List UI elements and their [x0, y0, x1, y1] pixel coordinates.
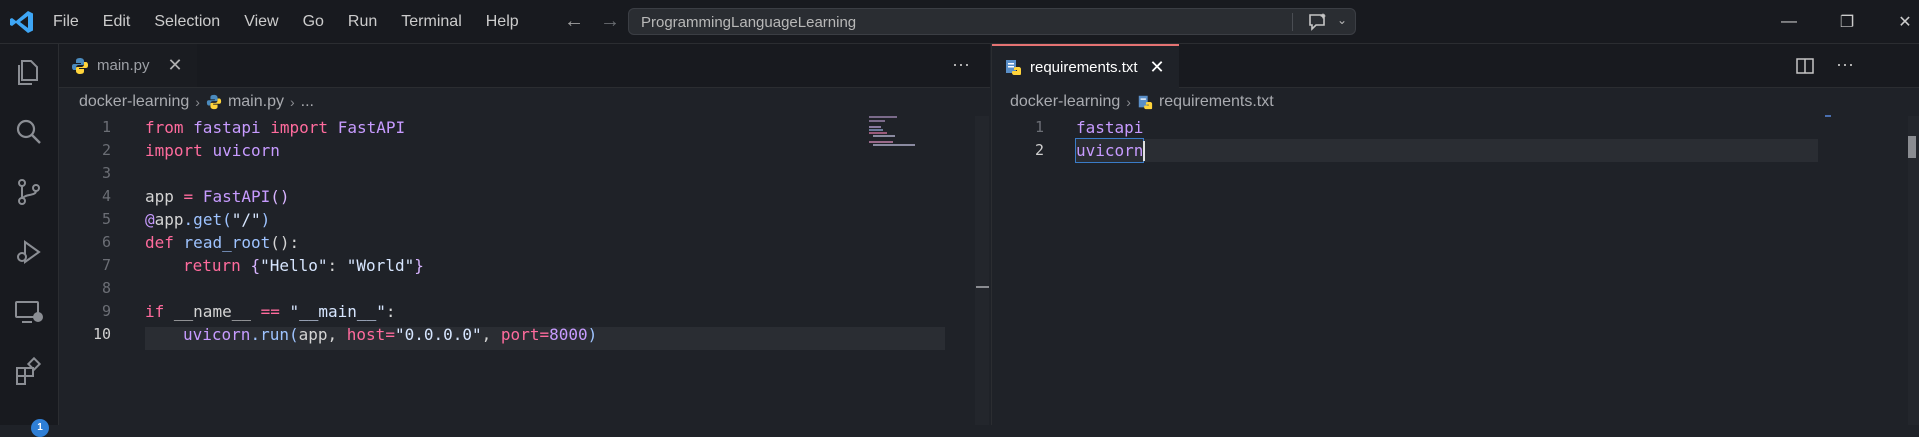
close-tab-icon[interactable]: ✕ — [168, 55, 183, 76]
code-line-7: return {"Hello": "World"} — [183, 256, 424, 275]
python-file-icon — [72, 57, 88, 74]
tab-bar-left: main.py ✕ ··· — [59, 44, 990, 88]
minimap[interactable] — [869, 114, 929, 154]
code-line-5: @app.get("/") — [145, 210, 271, 229]
menu-view[interactable]: View — [244, 13, 278, 31]
chevron-right-icon: › — [1126, 94, 1131, 110]
vscode-logo-icon[interactable] — [9, 9, 35, 35]
line-number: 6 — [101, 233, 111, 251]
breadcrumb-folder[interactable]: docker-learning — [1010, 93, 1120, 111]
forward-arrow-icon[interactable]: → — [600, 10, 620, 33]
navigation-arrows: ← → — [564, 10, 620, 33]
split-editor-icon[interactable] — [1796, 57, 1814, 75]
line-number: 2 — [101, 141, 111, 159]
breadcrumb: docker-learning › requirements.txt — [1010, 91, 1274, 113]
menu-go[interactable]: Go — [303, 13, 324, 31]
remote-explorer-icon[interactable] — [13, 296, 45, 328]
breadcrumb-file[interactable]: main.py — [228, 93, 284, 111]
tab-label: main.py — [97, 57, 150, 74]
line-number: 9 — [101, 302, 111, 320]
tab-bar-right: requirements.txt ✕ ··· — [992, 44, 1919, 88]
breadcrumb-folder[interactable]: docker-learning — [79, 93, 189, 111]
tab-main-py[interactable]: main.py ✕ — [59, 44, 197, 87]
menu-selection[interactable]: Selection — [154, 13, 220, 31]
minimize-icon[interactable]: — — [1760, 13, 1818, 31]
extensions-badge: 1 — [31, 419, 49, 437]
code-line-1: fastapi — [1076, 118, 1144, 137]
source-control-icon[interactable] — [13, 176, 45, 208]
menu-help[interactable]: Help — [486, 13, 519, 31]
code-line-6: def read_root(): — [145, 233, 300, 252]
line-number: 1 — [1034, 118, 1044, 136]
text-cursor — [1143, 141, 1145, 161]
tab-requirements-txt[interactable]: requirements.txt ✕ — [992, 44, 1179, 88]
activity-bar: 1 — [0, 44, 59, 437]
code-line-4: app = FastAPI() — [145, 187, 290, 206]
menu-terminal[interactable]: Terminal — [401, 13, 461, 31]
window-controls: — ❐ ✕ — [1760, 0, 1919, 43]
editor-group-right: requirements.txt ✕ ··· docker-learning ›… — [991, 44, 1919, 425]
line-number: 8 — [101, 279, 111, 297]
breadcrumb: docker-learning › main.py › ... — [79, 91, 314, 113]
minimap[interactable] — [1825, 115, 1831, 117]
scrollbar-thumb[interactable] — [1908, 136, 1916, 158]
line-number: 5 — [101, 210, 111, 228]
breadcrumb-symbols[interactable]: ... — [301, 93, 314, 111]
vertical-scrollbar[interactable] — [975, 116, 989, 425]
restore-icon[interactable]: ❐ — [1818, 12, 1876, 32]
code-line-2: import uvicorn — [145, 141, 280, 160]
vertical-scrollbar[interactable] — [1908, 116, 1919, 425]
breadcrumb-file[interactable]: requirements.txt — [1159, 93, 1274, 111]
extensions-icon[interactable] — [13, 356, 45, 388]
menu-run[interactable]: Run — [348, 13, 377, 31]
line-number: 1 — [101, 118, 111, 136]
command-center-text: ProgrammingLanguageLearning — [641, 14, 857, 31]
chevron-down-icon[interactable]: ⌄ — [1337, 13, 1347, 27]
line-number: 3 — [101, 164, 111, 182]
chevron-right-icon: › — [195, 94, 200, 110]
menu-bar: File Edit Selection View Go Run Terminal… — [53, 0, 543, 43]
back-arrow-icon[interactable]: ← — [564, 10, 584, 33]
line-number: 4 — [101, 187, 111, 205]
title-bar: File Edit Selection View Go Run Terminal… — [0, 0, 1919, 44]
command-center-divider — [1292, 13, 1293, 31]
code-line-10: uvicorn.run(app, host="0.0.0.0", port=80… — [183, 325, 598, 344]
python-file-icon — [206, 94, 222, 110]
scrollbar-position-marker — [976, 286, 989, 288]
editor-group-left: main.py ✕ ··· docker-learning › main.py … — [59, 44, 990, 425]
code-line-9: if __name__ == "__main__": — [145, 302, 396, 321]
more-actions-icon[interactable]: ··· — [952, 54, 970, 75]
tab-label: requirements.txt — [1030, 58, 1138, 76]
close-tab-icon[interactable]: ✕ — [1150, 57, 1165, 78]
run-debug-icon[interactable] — [13, 236, 45, 268]
code-line-2: uvicorn — [1074, 138, 1145, 163]
command-center-search[interactable]: ProgrammingLanguageLearning ⌄ — [628, 8, 1356, 35]
copilot-chat-icon[interactable] — [1307, 12, 1329, 32]
chevron-right-icon: › — [289, 94, 295, 110]
menu-edit[interactable]: Edit — [103, 13, 131, 31]
search-icon[interactable] — [13, 116, 45, 148]
close-window-icon[interactable]: ✕ — [1876, 12, 1919, 32]
current-line-highlight — [1076, 139, 1818, 162]
code-line-1: from fastapi import FastAPI — [145, 118, 406, 137]
explorer-icon[interactable] — [13, 56, 45, 88]
requirements-file-icon — [1006, 60, 1021, 75]
line-number: 7 — [101, 256, 111, 274]
line-number-current: 2 — [1034, 141, 1044, 159]
requirements-file-icon — [1138, 95, 1153, 110]
line-number-current: 10 — [92, 325, 111, 343]
more-actions-icon[interactable]: ··· — [1836, 54, 1854, 75]
menu-file[interactable]: File — [53, 13, 79, 31]
